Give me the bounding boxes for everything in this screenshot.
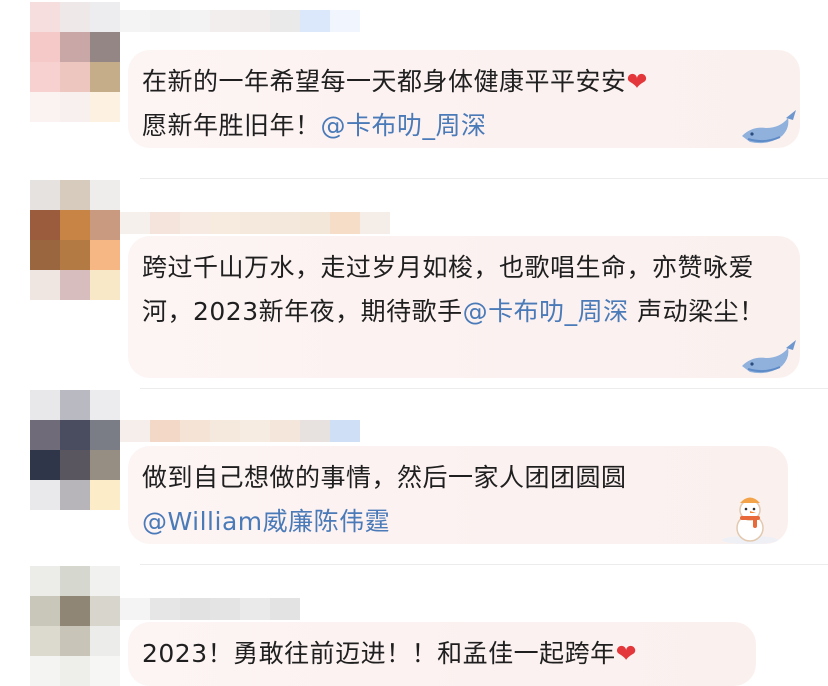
avatar[interactable]	[30, 390, 120, 510]
avatar[interactable]	[30, 2, 120, 122]
snowman-icon	[722, 497, 778, 544]
comment-item: 跨过千山万水，走过岁月如梭，也歌唱生命，亦赞咏爱河，2023新年夜，期待歌手@卡…	[0, 178, 828, 388]
comment-bubble[interactable]: 跨过千山万水，走过岁月如梭，也歌唱生命，亦赞咏爱河，2023新年夜，期待歌手@卡…	[128, 236, 800, 378]
comment-body-tail: 声动梁尘！	[628, 297, 765, 326]
avatar[interactable]	[30, 180, 120, 300]
mention-link[interactable]: @William威廉陈伟霆	[142, 507, 390, 536]
username-blurred[interactable]	[120, 420, 360, 442]
comment-text: 做到自己想做的事情，然后一家人团团圆圆 @William威廉陈伟霆	[142, 456, 774, 544]
comment-bubble[interactable]: 2023！勇敢往前迈进！！和孟佳一起跨年❤	[128, 622, 756, 686]
username-blurred[interactable]	[120, 10, 360, 32]
avatar[interactable]	[30, 566, 120, 686]
heart-icon: ❤	[615, 639, 638, 668]
comment-text: 在新的一年希望每一天都身体健康平平安安❤ 愿新年胜旧年！@卡布叻_周深	[142, 60, 786, 148]
comment-bubble[interactable]: 在新的一年希望每一天都身体健康平平安安❤ 愿新年胜旧年！@卡布叻_周深	[128, 50, 800, 148]
username-blurred[interactable]	[120, 598, 300, 620]
mention-link[interactable]: @卡布叻_周深	[463, 297, 629, 326]
comment-text: 跨过千山万水，走过岁月如梭，也歌唱生命，亦赞咏爱河，2023新年夜，期待歌手@卡…	[142, 246, 786, 334]
comment-item: 在新的一年希望每一天都身体健康平平安安❤ 愿新年胜旧年！@卡布叻_周深	[0, 0, 828, 176]
username-blurred[interactable]	[120, 212, 390, 234]
mention-link[interactable]: @卡布叻_周深	[321, 111, 487, 140]
comment-body: 2023！勇敢往前迈进！！和孟佳一起跨年	[142, 639, 616, 668]
comment-body-line: 愿新年胜旧年！	[142, 111, 321, 140]
whale-icon	[742, 340, 796, 374]
comment-item: 2023！勇敢往前迈进！！和孟佳一起跨年❤	[0, 564, 828, 686]
whale-icon	[742, 110, 796, 144]
comment-bubble[interactable]: 做到自己想做的事情，然后一家人团团圆圆 @William威廉陈伟霆	[128, 446, 788, 544]
comment-text: 2023！勇敢往前迈进！！和孟佳一起跨年❤	[142, 632, 742, 676]
heart-icon: ❤	[626, 67, 648, 96]
comment-body: 做到自己想做的事情，然后一家人团团圆圆	[142, 463, 627, 492]
comment-item: 做到自己想做的事情，然后一家人团团圆圆 @William威廉陈伟霆	[0, 388, 828, 564]
comment-body: 在新的一年希望每一天都身体健康平平安安	[142, 67, 627, 96]
